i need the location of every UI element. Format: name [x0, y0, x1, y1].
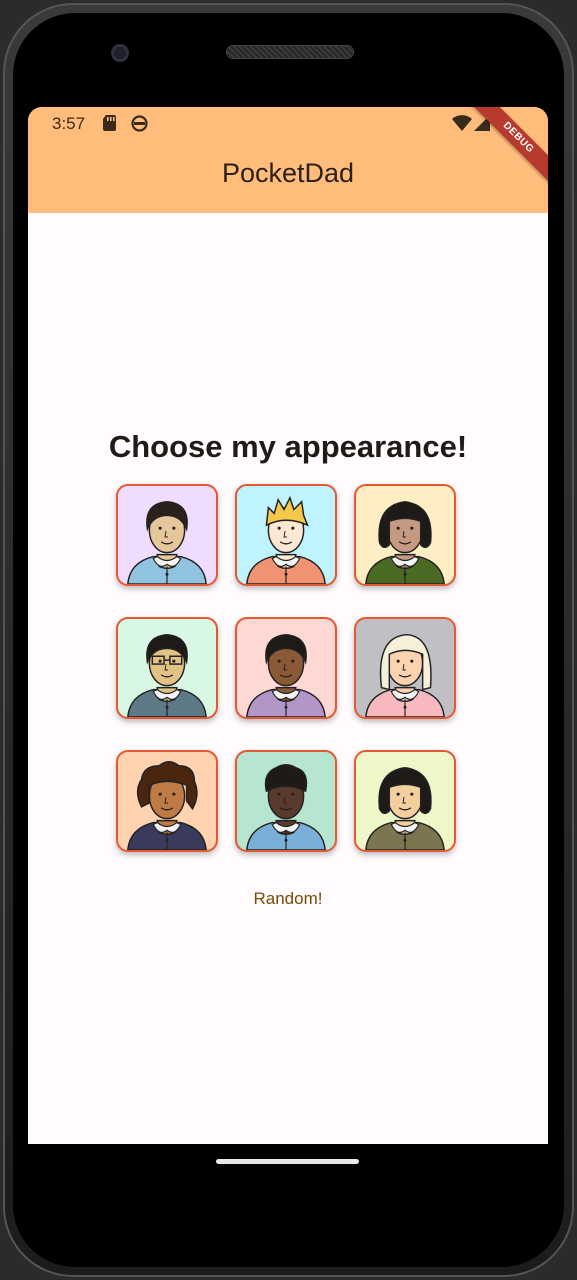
- person-icon: [365, 633, 445, 717]
- sd-card-icon: [103, 115, 117, 136]
- avatar-2-option[interactable]: [235, 484, 337, 586]
- app-title: PocketDad: [221, 158, 355, 188]
- avatar-1-option[interactable]: [116, 484, 218, 586]
- person-icon: [127, 500, 207, 584]
- home-indicator[interactable]: [216, 1159, 359, 1164]
- person-icon: [365, 500, 445, 584]
- avatar-4-option[interactable]: [116, 617, 218, 719]
- person-icon: [365, 766, 445, 850]
- face-icon: [131, 115, 148, 137]
- avatar-6-option[interactable]: [354, 617, 456, 719]
- person-icon: [127, 761, 207, 850]
- avatar-8-option[interactable]: [235, 750, 337, 852]
- person-icon: [127, 633, 207, 717]
- avatar-7-option[interactable]: [116, 750, 218, 852]
- app-bar: 3:57 PocketDad DEBUG: [28, 107, 548, 213]
- page-heading: Choose my appearance!: [108, 429, 468, 464]
- person-icon: [246, 495, 326, 584]
- status-time: 3:57: [52, 114, 86, 133]
- avatar-9-option[interactable]: [354, 750, 456, 852]
- avatar-3-option[interactable]: [354, 484, 456, 586]
- person-icon: [246, 633, 326, 717]
- wifi-icon: [452, 115, 472, 136]
- front-camera: [111, 44, 129, 62]
- avatar-5-option[interactable]: [235, 617, 337, 719]
- person-icon: [246, 764, 326, 850]
- status-bar: 3:57: [28, 107, 548, 141]
- earpiece-speaker: [227, 46, 353, 58]
- screen: 3:57 PocketDad DEBUG Choose my appearanc…: [28, 107, 548, 1144]
- random-button[interactable]: Random!: [28, 889, 548, 909]
